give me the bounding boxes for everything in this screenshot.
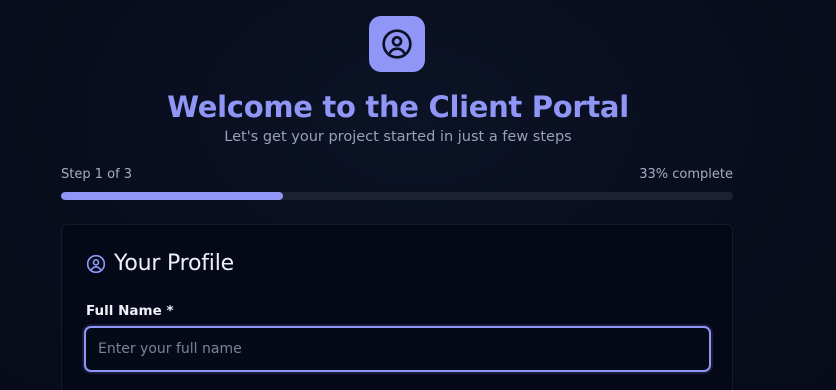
full-name-label: Full Name * [86,303,174,319]
progress-percent: 33% complete [639,167,733,182]
progress-bar [61,192,733,200]
page-subtitle: Let's get your project started in just a… [224,129,572,145]
client-portal-onboarding: Welcome to the Client Portal Let's get y… [0,0,836,390]
step-indicator: Step 1 of 3 [61,167,133,182]
progress-bar-fill [61,192,283,200]
progress-meta: Step 1 of 3 33% complete [61,166,733,184]
profile-card: Your Profile Full Name * [61,224,733,390]
page-title: Welcome to the Client Portal [167,90,629,124]
profile-card-title: Your Profile [114,251,234,276]
user-circle-icon [86,254,106,274]
profile-card-header: Your Profile [86,249,234,279]
user-circle-icon [369,16,425,72]
full-name-input[interactable] [84,326,711,372]
